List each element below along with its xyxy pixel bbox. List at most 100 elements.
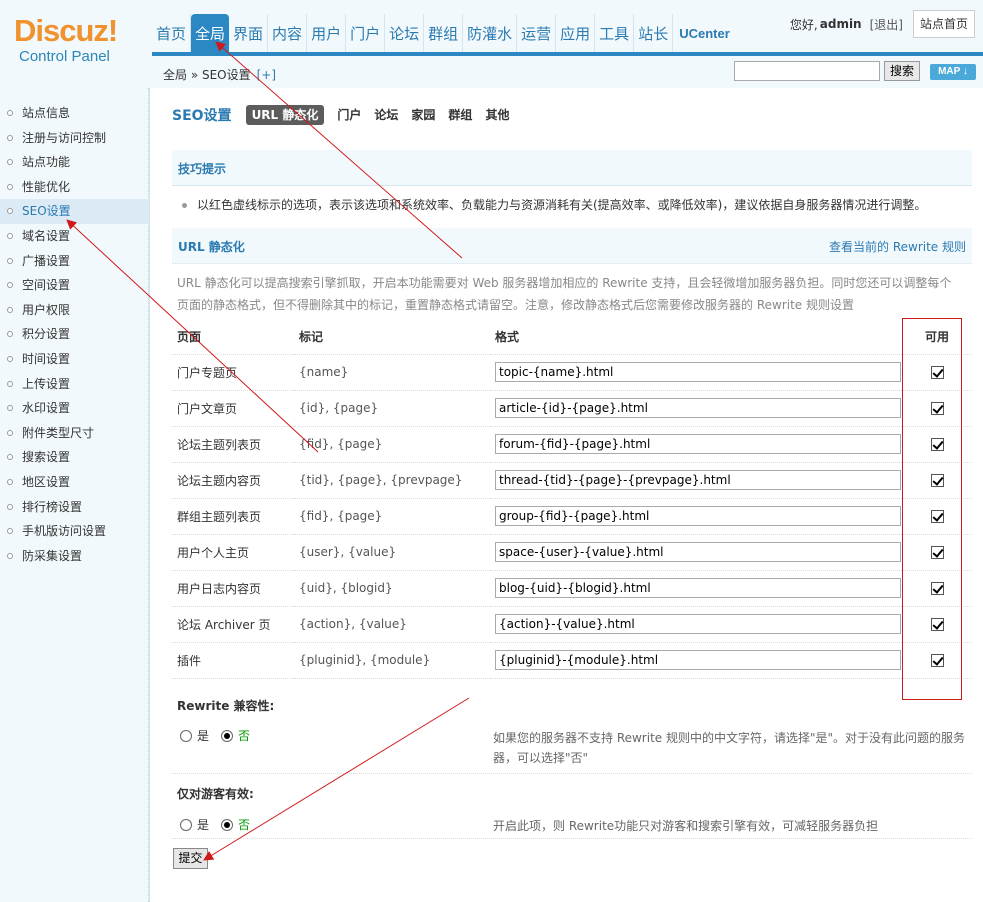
col-header-format: 格式 <box>490 320 902 355</box>
bullet-icon <box>7 306 13 313</box>
bullet-icon <box>7 405 13 412</box>
rewrite-compat-yes-radio[interactable] <box>180 729 192 742</box>
nav-apps[interactable]: 应用 <box>556 14 596 52</box>
format-input[interactable]: topic-{name}.html <box>495 362 901 382</box>
nav-users[interactable]: 用户 <box>307 14 347 52</box>
logo[interactable]: Discuz! Control Panel <box>14 14 134 70</box>
nav-groups[interactable]: 群组 <box>424 14 464 52</box>
sidebar-item-label: 搜索设置 <box>22 450 71 465</box>
view-rewrite-rules-link[interactable]: 查看当前的 Rewrite 规则 <box>829 238 966 255</box>
rewrite-compat-no-radio[interactable] <box>221 729 234 742</box>
sidebar-item-label: 广播设置 <box>22 253 71 268</box>
sidebar-item[interactable]: 积分设置 <box>0 322 149 347</box>
format-input[interactable]: article-{id}-{page}.html <box>495 398 901 418</box>
nav-ucenter[interactable]: UCenter <box>673 14 734 52</box>
bullet-icon <box>7 282 13 289</box>
table-row: 用户个人主页 {user}, {value} space-{user}-{value… <box>172 534 972 571</box>
sidebar-item[interactable]: 上传设置 <box>0 372 149 397</box>
sidebar-item-label: 注册与访问控制 <box>22 130 107 145</box>
sidebar-item[interactable]: 域名设置 <box>0 224 149 249</box>
table-row: 门户专题页 {name} topic-{name}.html <box>172 354 972 391</box>
guest-only-yes-radio[interactable] <box>180 818 192 831</box>
site-home-button[interactable]: 站点首页 <box>912 10 975 38</box>
logo-brand: Discuz! <box>14 13 118 48</box>
format-input[interactable]: {pluginid}-{module}.html <box>495 650 901 670</box>
search-button[interactable]: 搜索 <box>884 61 920 81</box>
nav-portal[interactable]: 门户 <box>346 14 386 52</box>
page-name-cell: 用户日志内容页 <box>172 570 294 607</box>
sidebar-item[interactable]: 用户权限 <box>0 298 149 323</box>
guest-only-no-label[interactable]: 否 <box>238 816 250 833</box>
submit-button[interactable]: 提交 <box>173 848 208 869</box>
sidebar-item[interactable]: 地区设置 <box>0 470 149 495</box>
nav-operations[interactable]: 运营 <box>517 14 557 52</box>
map-button[interactable]: MAP ↓ <box>930 64 976 80</box>
nav-content[interactable]: 内容 <box>268 14 308 52</box>
bullet-icon <box>7 429 13 436</box>
add-shortcut-link[interactable]: [+] <box>257 68 276 82</box>
format-input[interactable]: group-{fid}-{page}.html <box>495 506 901 526</box>
format-cell: topic-{name}.html <box>490 354 902 391</box>
format-input[interactable]: blog-{uid}-{blogid}.html <box>495 578 901 598</box>
format-input[interactable]: forum-{fid}-{page}.html <box>495 434 901 454</box>
rewrite-compat-options: 是 否 <box>180 727 250 744</box>
format-input[interactable]: thread-{tid}-{page}-{prevpage}.html <box>495 470 901 490</box>
guest-only-yes-label[interactable]: 是 <box>197 816 209 833</box>
sidebar-item[interactable]: 水印设置 <box>0 396 149 421</box>
page-name-cell: 用户个人主页 <box>172 534 294 571</box>
tab-other[interactable]: 其他 <box>485 105 509 125</box>
logout-link[interactable]: [退出] <box>870 16 903 33</box>
sidebar-menu: 站点信息注册与访问控制站点功能性能优化 SEO设置 域名设置广播设置空间设置用户权限… <box>0 88 149 568</box>
sidebar-item[interactable]: 时间设置 <box>0 347 149 372</box>
nav-interface[interactable]: 界面 <box>229 14 269 52</box>
rewrite-compat-desc: 如果您的服务器不支持 Rewrite 规则中的中文字符，请选择"是"。对于没有此… <box>493 731 966 765</box>
nav-anti-spam[interactable]: 防灌水 <box>463 14 518 52</box>
nav-home[interactable]: 首页 <box>152 14 192 52</box>
bullet-icon <box>7 380 13 387</box>
page-name-cell: 插件 <box>172 642 294 679</box>
nav-webmaster[interactable]: 站长 <box>634 14 674 52</box>
sidebar-item[interactable]: 搜索设置 <box>0 445 149 470</box>
breadcrumb-path: 全局 » SEO设置 <box>163 68 251 82</box>
nav-tools[interactable]: 工具 <box>595 14 635 52</box>
format-input[interactable]: {action}-{value}.html <box>495 614 901 634</box>
bullet-icon <box>7 355 13 362</box>
page-name-cell: 门户文章页 <box>172 390 294 427</box>
sidebar-item[interactable]: 站点功能 <box>0 150 149 175</box>
url-static-title: URL 静态化 <box>178 240 245 254</box>
bullet-icon <box>7 159 13 166</box>
tab-portal[interactable]: 门户 <box>337 105 361 125</box>
url-static-header: URL 静态化 查看当前的 Rewrite 规则 <box>172 228 972 264</box>
sidebar-item[interactable]: 附件类型尺寸 <box>0 421 149 446</box>
nav-global[interactable]: 全局 <box>191 14 230 52</box>
rewrite-compat-yes-label[interactable]: 是 <box>197 727 209 744</box>
user-box: 您好, admin [退出] 站点首页 <box>790 10 975 38</box>
sidebar-item[interactable]: 性能优化 <box>0 175 149 200</box>
search-input[interactable] <box>734 61 880 81</box>
format-input[interactable]: space-{user}-{value}.html <box>495 542 901 562</box>
bullet-icon <box>7 134 13 141</box>
sidebar-item[interactable]: 防采集设置 <box>0 544 149 569</box>
sidebar-item[interactable]: 排行榜设置 <box>0 495 149 520</box>
sidebar-item-label: 用户权限 <box>22 302 71 317</box>
sidebar-item-label: 性能优化 <box>22 179 71 194</box>
tab-bar: SEO设置 URL 静态化 门户 论坛 家园 群组 其他 <box>172 104 522 126</box>
sidebar-item[interactable]: 空间设置 <box>0 273 149 298</box>
bullet-icon <box>7 110 13 116</box>
annotation-box <box>902 318 962 700</box>
rewrite-compat-no-label[interactable]: 否 <box>238 727 250 744</box>
bullet-icon <box>182 203 187 208</box>
tab-url-static[interactable]: URL 静态化 <box>245 105 325 125</box>
sidebar-item[interactable]: 站点信息 <box>0 101 149 126</box>
sidebar-item[interactable]: 广播设置 <box>0 249 149 274</box>
tab-forum[interactable]: 论坛 <box>374 105 398 125</box>
tab-home[interactable]: 家园 <box>411 105 435 125</box>
sidebar-item[interactable]: SEO设置 <box>0 199 149 224</box>
tab-groups[interactable]: 群组 <box>448 105 472 125</box>
sidebar-item[interactable]: 手机版访问设置 <box>0 519 149 544</box>
guest-only-no-radio[interactable] <box>221 818 234 831</box>
nav-forum[interactable]: 论坛 <box>385 14 425 52</box>
sidebar-item-label: 时间设置 <box>22 351 71 366</box>
sidebar-item[interactable]: 注册与访问控制 <box>0 126 149 151</box>
sidebar-item-label: 积分设置 <box>22 327 71 342</box>
